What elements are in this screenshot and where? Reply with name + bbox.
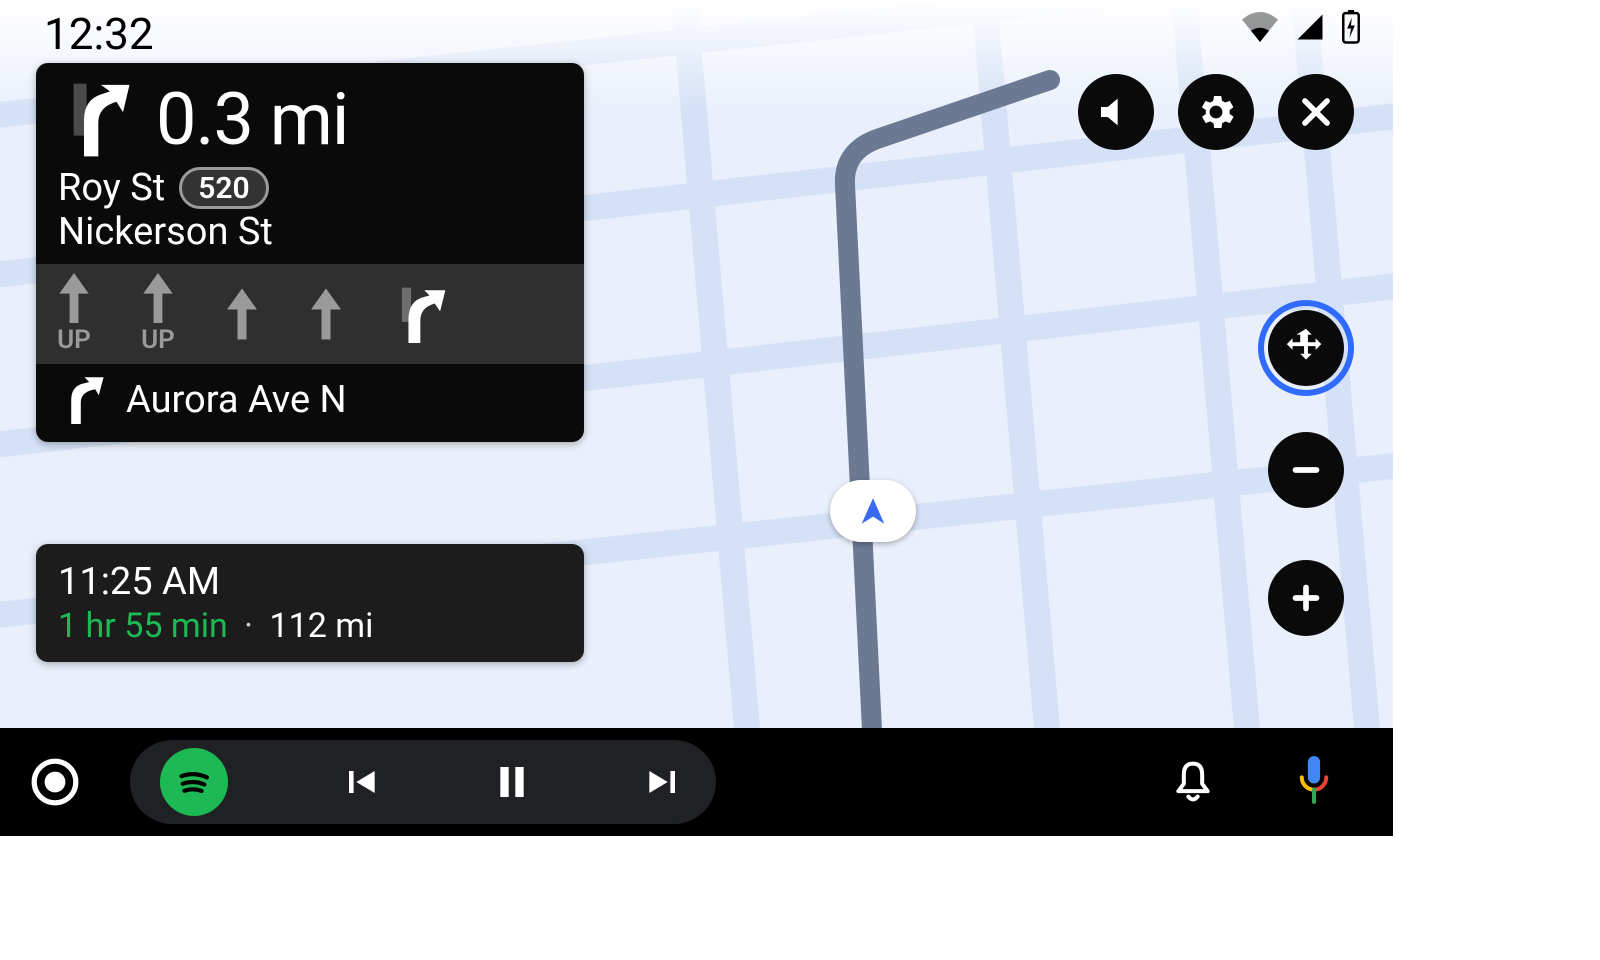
lane-straight-icon <box>56 273 92 323</box>
zoom-out-button[interactable] <box>1268 432 1344 508</box>
eta-details: 1 hr 55 min · 112 mi <box>58 606 562 646</box>
device-frame: 12:32 <box>0 0 1600 960</box>
bell-icon <box>1171 758 1215 806</box>
pause-icon <box>492 760 532 804</box>
lane-label: UP <box>141 325 175 355</box>
status-icons <box>1241 10 1361 44</box>
navigation-arrow-icon <box>856 494 890 528</box>
previous-track-button[interactable] <box>338 760 382 804</box>
route-shield: 520 <box>179 167 268 209</box>
home-button[interactable] <box>0 756 110 808</box>
eta-card[interactable]: 11:25 AM 1 hr 55 min · 112 mi <box>36 544 584 662</box>
screen: 12:32 <box>0 0 1393 836</box>
canvas-gutter-bottom <box>0 836 1600 960</box>
eta-arrival-time: 11:25 AM <box>58 560 562 604</box>
canvas-gutter-right <box>1393 0 1600 960</box>
next-step-street: Aurora Ave N <box>126 378 347 422</box>
lane-1: UP <box>56 273 92 355</box>
close-icon <box>1297 93 1335 131</box>
step-distance: 0.3 mi <box>156 77 348 162</box>
spotify-app-button[interactable] <box>160 748 228 816</box>
lane-straight-icon <box>140 273 176 323</box>
separator-dot: · <box>236 606 261 646</box>
lane-label: UP <box>57 325 91 355</box>
lane-3 <box>224 286 260 342</box>
google-mic-icon <box>1295 756 1333 808</box>
lane-2: UP <box>140 273 176 355</box>
directions-card: 0.3 mi Roy St 520 Nickerson St UP UP <box>36 63 584 442</box>
lane-5-active <box>392 285 446 343</box>
turn-right-small-icon <box>58 376 106 424</box>
system-bottom-bar <box>0 728 1393 836</box>
home-circle-icon <box>29 756 81 808</box>
cellular-icon <box>1293 12 1327 42</box>
skip-previous-icon <box>338 760 382 804</box>
battery-charging-icon <box>1341 10 1361 44</box>
notifications-button[interactable] <box>1171 758 1215 806</box>
primary-step: 0.3 mi Roy St 520 Nickerson St <box>36 63 584 264</box>
pan-map-button[interactable] <box>1258 300 1354 396</box>
gear-icon <box>1194 90 1238 134</box>
minus-icon <box>1286 450 1326 490</box>
plus-icon <box>1286 578 1326 618</box>
step-street-1: Roy St <box>58 166 165 210</box>
lane-4 <box>308 286 344 342</box>
skip-next-icon <box>642 760 686 804</box>
step-street-2: Nickerson St <box>58 210 562 254</box>
voice-assistant-button[interactable] <box>1295 756 1333 808</box>
volume-mute-icon <box>1096 92 1136 132</box>
turn-right-icon <box>58 81 136 159</box>
next-step: Aurora Ave N <box>36 364 584 442</box>
pause-button[interactable] <box>492 760 532 804</box>
lane-guidance: UP UP <box>36 264 584 364</box>
zoom-in-button[interactable] <box>1268 560 1344 636</box>
spotify-icon <box>169 757 219 807</box>
mute-button[interactable] <box>1078 74 1154 150</box>
next-track-button[interactable] <box>642 760 686 804</box>
vehicle-marker <box>830 480 916 542</box>
lane-right-icon <box>392 285 446 343</box>
media-controls <box>130 740 716 824</box>
lane-straight-icon <box>308 286 344 342</box>
settings-button[interactable] <box>1178 74 1254 150</box>
status-clock: 12:32 <box>44 8 154 60</box>
eta-distance: 112 mi <box>270 606 374 646</box>
pan-icon <box>1283 325 1329 371</box>
eta-duration: 1 hr 55 min <box>58 606 228 646</box>
close-navigation-button[interactable] <box>1278 74 1354 150</box>
wifi-icon <box>1241 12 1279 42</box>
lane-straight-icon <box>224 286 260 342</box>
